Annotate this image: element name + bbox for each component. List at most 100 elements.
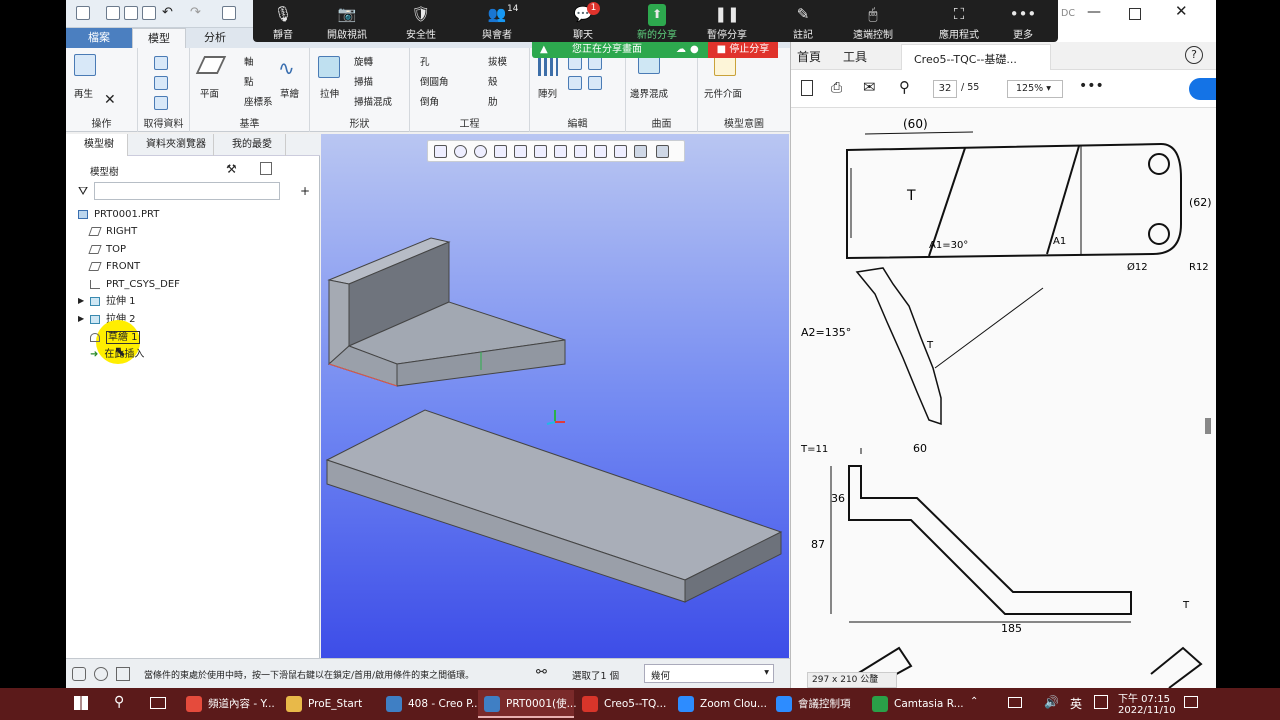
shrinkwrap-icon[interactable]	[154, 76, 168, 90]
tab-tools[interactable]: 工具	[843, 48, 867, 65]
share-icon[interactable]	[1189, 78, 1216, 100]
save-pdf-icon[interactable]	[801, 80, 813, 96]
taskbar-item[interactable]: ProE_Start	[280, 690, 376, 718]
graphics-viewport[interactable]	[321, 134, 789, 658]
component-interface-icon[interactable]	[714, 56, 736, 76]
taskbar-item[interactable]: Camtasia R...	[866, 690, 964, 718]
tree-node-top[interactable]: TOP	[88, 241, 126, 258]
tab-folder-browser[interactable]: 資料夾瀏覽器	[128, 134, 214, 156]
tab-file[interactable]: 檔案	[66, 28, 132, 48]
sketch-icon[interactable]: ∿	[278, 56, 295, 80]
expand-arrow-icon[interactable]: ▶	[78, 296, 84, 305]
fullscreen-icon[interactable]	[116, 667, 130, 681]
zoom-control-mouse[interactable]: 🖱 遠端控制	[843, 4, 903, 41]
taskbar-item[interactable]: 408 - Creo P...	[380, 690, 481, 718]
regenerate-label[interactable]: 再生	[74, 86, 93, 100]
tree-settings-icon[interactable]: ⚒	[226, 162, 237, 176]
more-tools-icon[interactable]: •••	[1079, 78, 1104, 94]
boundary-blend-label[interactable]: 邊界混成	[630, 86, 668, 100]
extend-icon[interactable]	[588, 56, 602, 70]
merge-icon[interactable]	[154, 96, 168, 110]
email-icon[interactable]: ✉	[863, 78, 876, 96]
pattern-label[interactable]: 陣列	[538, 86, 557, 100]
mirror-icon[interactable]	[568, 56, 582, 70]
tab-home[interactable]: 首頁	[797, 48, 821, 65]
tree-node-extrude-1[interactable]: 拉伸 1	[90, 293, 136, 310]
maximize-icon[interactable]	[1129, 8, 1141, 20]
minimize-icon[interactable]: —	[1087, 4, 1101, 20]
redo-icon[interactable]: ↷	[190, 5, 201, 20]
taskbar-item[interactable]: PRT0001(使...	[478, 690, 577, 718]
tab-model-tree[interactable]: 模型樹	[66, 134, 128, 156]
tree-root[interactable]: PRT0001.PRT	[78, 206, 159, 223]
regenerate-icon[interactable]	[222, 6, 236, 20]
tree-filter-icon[interactable]	[260, 162, 272, 175]
notification-icon[interactable]	[1184, 696, 1198, 708]
zoom-control-more[interactable]: ••• 更多	[993, 4, 1053, 41]
taskbar-item[interactable]: Creo5--TQ...	[576, 690, 672, 718]
task-view-icon[interactable]	[150, 697, 166, 709]
axis-label[interactable]: 軸	[244, 54, 254, 68]
tab-document[interactable]: Creo5--TQC--基礎...	[901, 44, 1051, 70]
tree-search-input[interactable]	[94, 182, 280, 200]
tab-analysis[interactable]: 分析	[188, 28, 242, 48]
tree-node-front[interactable]: FRONT	[88, 258, 140, 275]
round-label[interactable]: 倒圓角	[420, 74, 449, 88]
sweep-label[interactable]: 掃描	[354, 74, 373, 88]
zoom-select[interactable]: 125% ▾	[1007, 80, 1063, 98]
print-icon[interactable]: ⎙	[831, 80, 842, 96]
extrude-icon[interactable]	[318, 56, 340, 78]
pattern-icon[interactable]	[538, 56, 558, 76]
component-interface-label[interactable]: 元件介面	[704, 86, 742, 100]
offset-icon[interactable]	[588, 76, 602, 90]
open-file-icon[interactable]	[124, 6, 138, 20]
revolve-label[interactable]: 旋轉	[354, 54, 373, 68]
save-icon[interactable]	[142, 6, 156, 20]
sketch-label[interactable]: 草繪	[280, 86, 299, 100]
help-icon[interactable]: ?	[1185, 46, 1203, 64]
zoom-control-chat[interactable]: 💬 聊天 1	[553, 2, 613, 41]
scrollbar-thumb[interactable]	[1205, 418, 1211, 434]
zoom-control-annotate[interactable]: ✎ 註記	[773, 4, 833, 41]
taskbar-item[interactable]: 頻道內容 - Y...	[180, 690, 276, 718]
undo-icon[interactable]: ↶	[162, 5, 173, 20]
tree-node-csys[interactable]: PRT_CSYS_DEF	[90, 276, 180, 293]
ime-indicator[interactable]: 英	[1070, 695, 1082, 712]
point-label[interactable]: 點	[244, 74, 254, 88]
search-icon[interactable]: ⚲	[114, 694, 124, 710]
tree-node-right[interactable]: RIGHT	[88, 223, 137, 240]
boundary-blend-icon[interactable]	[638, 56, 660, 74]
page-number-input[interactable]: 32	[933, 80, 957, 98]
trim-icon[interactable]	[568, 76, 582, 90]
close-icon[interactable]: ✕	[1175, 2, 1188, 20]
network-icon[interactable]	[1008, 697, 1022, 708]
chevron-up-icon[interactable]: ⌃	[970, 696, 978, 707]
windows-start-icon[interactable]	[74, 696, 88, 710]
binoculars-icon[interactable]: ⚯	[536, 665, 547, 680]
swept-blend-label[interactable]: 掃描混成	[354, 94, 392, 108]
extrude-label[interactable]: 拉伸	[320, 86, 339, 100]
zoom-control-microphone[interactable]: 🎙 靜音	[253, 4, 313, 41]
delete-icon[interactable]: ✕	[104, 92, 116, 108]
regenerate-icon[interactable]	[74, 54, 96, 76]
draft-label[interactable]: 拔模	[488, 54, 507, 68]
tab-model[interactable]: 模型	[132, 28, 186, 48]
new-file-icon[interactable]	[106, 6, 120, 20]
taskbar-item[interactable]: 會議控制項	[770, 690, 866, 718]
rib-label[interactable]: 肋	[488, 94, 498, 108]
expand-arrow-icon[interactable]: ▶	[78, 314, 84, 323]
plane-label[interactable]: 平面	[200, 86, 219, 100]
zoom-control-share-screen[interactable]: ⬆ 新的分享	[627, 4, 687, 41]
hole-label[interactable]: 孔	[420, 54, 430, 68]
plane-icon[interactable]	[195, 56, 227, 74]
volume-icon[interactable]: 🔊	[1044, 695, 1059, 709]
find-icon[interactable]	[94, 667, 108, 681]
zoom-control-shield[interactable]: 🛡 安全性	[391, 4, 451, 41]
zoom-control-video-off[interactable]: 📷 開啟視訊	[317, 4, 377, 41]
ime-mode-icon[interactable]	[1094, 695, 1108, 709]
csys-label[interactable]: 座標系	[244, 94, 273, 108]
zoom-control-participants[interactable]: 👥 與會者 14	[467, 4, 527, 41]
add-icon[interactable]: +	[300, 184, 310, 198]
zoom-control-pause[interactable]: ❚❚ 暫停分享	[697, 4, 757, 41]
filter-icon[interactable]: ⛛	[78, 184, 88, 199]
